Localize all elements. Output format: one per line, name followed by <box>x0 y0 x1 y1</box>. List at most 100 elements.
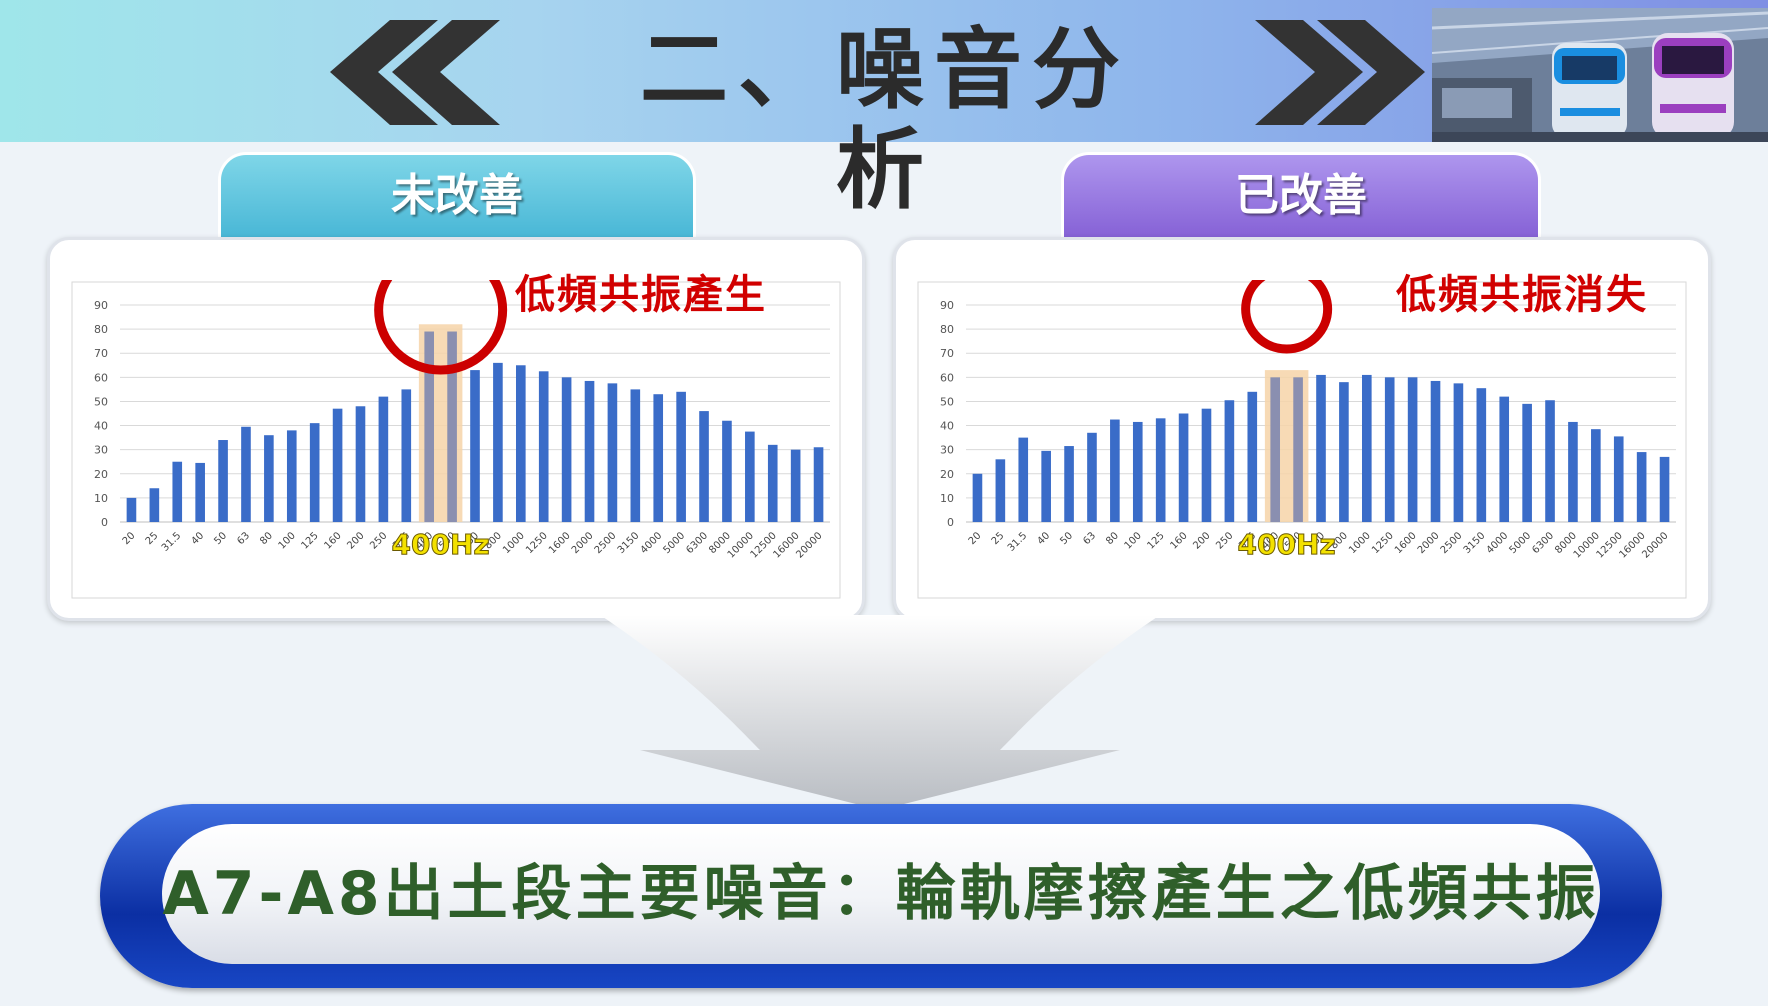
bar-10000 <box>745 431 755 522</box>
y-tick-label: 80 <box>94 323 108 336</box>
tab-after-improvement: 已改善 <box>1061 152 1541 237</box>
bar-2000 <box>584 380 595 522</box>
bar-1000 <box>515 365 526 522</box>
bar-25 <box>149 488 160 522</box>
bar-500 <box>1293 377 1303 522</box>
y-tick-label: 90 <box>94 299 108 312</box>
bar-25 <box>995 459 1006 522</box>
y-tick-label: 10 <box>940 492 954 505</box>
bar-3150 <box>630 389 641 522</box>
y-tick-label: 0 <box>947 516 954 529</box>
bar-63 <box>1087 432 1097 522</box>
spectrum-chart-before: 010203040506070809020 25 31.5 40 50 63 80 100 12… <box>71 280 841 599</box>
y-tick-label: 10 <box>94 492 108 505</box>
bar-8000 <box>1568 421 1578 522</box>
bar-1000 <box>1361 374 1372 522</box>
bar-4000 <box>653 394 664 522</box>
highlight-frequency-label: 400Hz <box>1238 528 1336 561</box>
bar-80 <box>1110 419 1120 522</box>
bar-100 <box>286 430 297 522</box>
bar-20 <box>126 497 137 522</box>
y-tick-label: 60 <box>94 371 108 384</box>
bar-12500 <box>767 444 778 522</box>
bar-400 <box>424 331 435 522</box>
spectrum-chart-after: 010203040506070809020 25 31.5 40 50 63 80 100 12… <box>917 280 1687 599</box>
bar-5000 <box>676 391 686 522</box>
bar-16000 <box>1636 452 1647 522</box>
bar-100 <box>1132 421 1143 522</box>
bar-1250 <box>538 371 549 522</box>
bar-200 <box>1201 408 1212 522</box>
highlight-frequency-label: 400Hz <box>392 528 490 561</box>
y-tick-label: 80 <box>940 323 954 336</box>
bar-16000 <box>790 449 801 522</box>
tab-before-improvement: 未改善 <box>218 152 696 237</box>
bar-125 <box>1155 418 1166 522</box>
chart-panel-after: 0 10 20 30 40 50 60 70 80 90 20 25 31.5 40 50 63 80 100 12… <box>893 237 1711 621</box>
y-tick-label: 40 <box>94 420 108 433</box>
conclusion-panel: A7-A8出土段主要噪音：輪軌摩擦產生之低頻共振 <box>162 824 1600 964</box>
y-tick-label: 0 <box>101 516 108 529</box>
bar-31.5 <box>1018 437 1029 522</box>
bar-800 <box>493 362 503 522</box>
bar-63 <box>241 426 251 522</box>
bar-200 <box>355 406 366 522</box>
bar-4000 <box>1499 396 1510 522</box>
bar-3150 <box>1476 388 1487 522</box>
y-tick-label: 20 <box>940 468 954 481</box>
bar-630 <box>470 370 480 522</box>
bar-20000 <box>813 447 824 522</box>
bar-50 <box>218 440 228 522</box>
bar-315 <box>401 389 412 522</box>
bar-40 <box>1041 450 1051 522</box>
bar-160 <box>1178 413 1189 522</box>
y-tick-label: 90 <box>940 299 954 312</box>
bar-1600 <box>561 377 572 522</box>
bar-20 <box>972 473 983 522</box>
bar-2500 <box>607 383 618 522</box>
chevron-right-icon <box>1255 20 1425 125</box>
y-tick-label: 20 <box>94 468 108 481</box>
y-tick-label: 30 <box>94 444 108 457</box>
train-photo <box>1432 8 1768 142</box>
bar-1250 <box>1384 377 1395 522</box>
bar-800 <box>1339 382 1349 522</box>
bar-1600 <box>1407 377 1418 522</box>
annotation-before: 低頻共振產生 <box>515 272 767 318</box>
conclusion-banner: A7-A8出土段主要噪音：輪軌摩擦產生之低頻共振 <box>100 804 1662 988</box>
bar-6300 <box>699 411 709 522</box>
bar-20000 <box>1659 456 1670 522</box>
bar-12500 <box>1613 436 1624 522</box>
bar-80 <box>264 435 274 522</box>
y-tick-label: 50 <box>94 395 108 408</box>
bar-250 <box>1224 400 1235 522</box>
bar-5000 <box>1522 403 1532 522</box>
bar-40 <box>195 462 205 522</box>
bar-2000 <box>1430 380 1441 522</box>
bar-315 <box>1247 391 1258 522</box>
bar-125 <box>309 423 320 522</box>
conclusion-text: A7-A8出土段主要噪音：輪軌摩擦產生之低頻共振 <box>162 859 1600 929</box>
bar-31.5 <box>172 461 183 522</box>
y-tick-label: 70 <box>940 347 954 360</box>
bar-8000 <box>722 420 732 522</box>
y-tick-label: 50 <box>940 395 954 408</box>
y-tick-label: 60 <box>940 371 954 384</box>
bar-10000 <box>1591 429 1601 522</box>
y-tick-label: 70 <box>94 347 108 360</box>
bar-50 <box>1064 446 1074 522</box>
bar-6300 <box>1545 400 1555 522</box>
y-tick-label: 30 <box>940 444 954 457</box>
page-title: 二、噪音分析 <box>639 18 1130 221</box>
bar-2500 <box>1453 383 1464 522</box>
chevron-left-icon <box>330 20 500 125</box>
down-arrow-funnel <box>600 615 1160 810</box>
bar-630 <box>1316 374 1326 522</box>
bar-400 <box>1270 377 1281 522</box>
annotation-after: 低頻共振消失 <box>1396 272 1648 318</box>
bar-160 <box>332 408 343 522</box>
train-illustration <box>1432 8 1768 142</box>
y-tick-label: 40 <box>940 420 954 433</box>
bar-500 <box>447 331 457 522</box>
chart-panel-before: 0 10 20 30 40 50 60 70 80 90 20 25 31.5 40 50 63 80 100 12… <box>47 237 865 621</box>
